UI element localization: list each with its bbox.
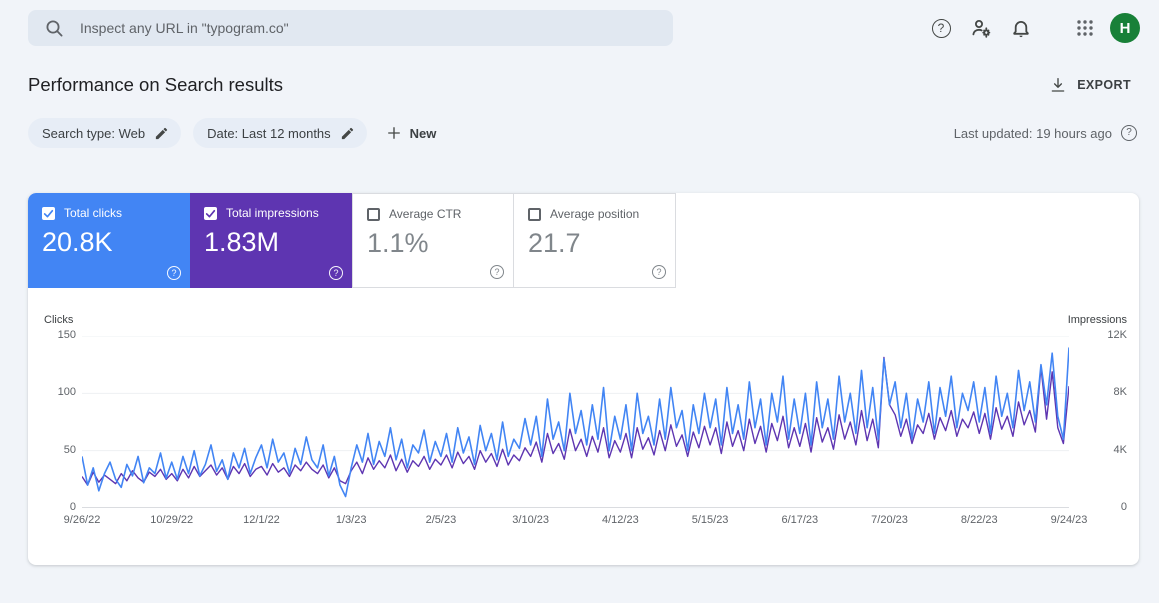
user-gear-icon (970, 17, 992, 39)
y-axis-tick-label: 100 (57, 386, 76, 399)
y-axis-tick-label: 8K (1113, 386, 1127, 399)
metric-label: Average CTR (389, 207, 462, 221)
apps-grid-icon (1075, 18, 1095, 38)
y-axis-tick-label: 150 (57, 329, 76, 341)
filter-chip-date-range[interactable]: Date: Last 12 months (193, 118, 367, 148)
checkbox-checked-icon[interactable] (42, 206, 55, 220)
export-label: EXPORT (1077, 78, 1131, 92)
metric-value: 1.83M (204, 227, 280, 257)
metric-tiles: Total clicks 20.8K ? Total impressions 1… (28, 193, 1139, 288)
metric-card-average-position[interactable]: Average position 21.7 ? (514, 193, 676, 288)
checkbox-empty-icon[interactable] (528, 207, 541, 221)
performance-card: Total clicks 20.8K ? Total impressions 1… (28, 193, 1139, 565)
help-icon[interactable]: ? (1121, 125, 1137, 141)
help-icon: ? (931, 18, 951, 38)
x-axis-label: 10/29/22 (150, 514, 194, 526)
x-axis-label: 6/17/23 (781, 514, 819, 526)
y-axis-tick-label: 50 (63, 443, 76, 456)
plus-icon (385, 124, 403, 142)
metric-label: Total impressions (226, 206, 319, 220)
y-axis-tick-label: 12K (1107, 329, 1127, 341)
x-axis-label: 8/22/23 (960, 514, 998, 526)
notifications-button[interactable] (1001, 8, 1041, 48)
page-title: Performance on Search results (28, 74, 284, 95)
help-icon[interactable]: ? (167, 266, 181, 280)
metric-label: Total clicks (64, 206, 123, 220)
edit-pencil-icon (340, 126, 355, 141)
metric-card-total-clicks[interactable]: Total clicks 20.8K ? (28, 193, 190, 288)
checkbox-checked-icon[interactable] (204, 206, 217, 220)
export-button[interactable]: EXPORT (1043, 75, 1137, 95)
x-axis-label: 2/5/23 (425, 514, 457, 526)
metric-label: Average position (550, 207, 640, 221)
page-header: Performance on Search results EXPORT (0, 56, 1159, 106)
metric-value: 1.1% (367, 228, 429, 258)
user-settings-button[interactable] (961, 8, 1001, 48)
google-apps-button[interactable] (1065, 8, 1105, 48)
y-axis-tick-label: 0 (69, 501, 76, 513)
performance-chart: Clicks Impressions 0 50 100 150 0 4K 8K 12K 9/… (38, 314, 1129, 554)
avatar: H (1110, 13, 1140, 43)
help-icon[interactable]: ? (329, 266, 343, 280)
new-filter-label: New (409, 125, 437, 141)
last-updated-text: Last updated: 19 hours ago (953, 125, 1112, 141)
account-button[interactable]: H (1105, 8, 1145, 48)
filter-row: Search type: Web Date: Last 12 months Ne… (0, 106, 1159, 148)
metric-value: 20.8K (42, 227, 113, 257)
filter-chip-search-type[interactable]: Search type: Web (28, 118, 182, 148)
chart-plot-area (82, 336, 1069, 508)
y-axis-tick-label: 0 (1120, 501, 1127, 513)
filter-chip-label: Search type: Web (42, 125, 146, 141)
x-axis-label: 1/3/23 (335, 514, 367, 526)
search-icon (44, 18, 64, 38)
filter-chip-label: Date: Last 12 months (207, 125, 331, 141)
bell-icon (1010, 17, 1032, 39)
edit-pencil-icon (154, 126, 169, 141)
top-bar: ? (0, 0, 1159, 56)
help-icon[interactable]: ? (652, 265, 666, 279)
x-axis-label: 3/10/23 (512, 514, 549, 526)
x-axis-label: 12/1/22 (243, 514, 280, 526)
y-axis-tick-label: 4K (1113, 443, 1127, 456)
checkbox-empty-icon[interactable] (367, 207, 380, 221)
x-axis-label: 5/15/23 (691, 514, 729, 526)
metric-card-total-impressions[interactable]: Total impressions 1.83M ? (190, 193, 352, 288)
performance-chart-svg (82, 336, 1069, 508)
download-icon (1049, 76, 1067, 94)
help-icon[interactable]: ? (490, 265, 504, 279)
x-axis-label: 9/24/23 (1050, 514, 1088, 526)
metric-value: 21.7 (528, 228, 581, 258)
last-updated: Last updated: 19 hours ago ? (954, 125, 1137, 141)
metric-card-average-ctr[interactable]: Average CTR 1.1% ? (352, 193, 514, 288)
x-axis-label: 4/12/23 (602, 514, 639, 526)
url-inspect-search-bar[interactable] (28, 10, 673, 46)
url-inspect-input[interactable] (78, 19, 657, 37)
x-axis-label: 9/26/22 (63, 514, 101, 526)
new-filter-button[interactable]: New (379, 124, 443, 142)
topbar-icon-cluster: ? H (921, 8, 1145, 48)
help-button[interactable]: ? (921, 8, 961, 48)
x-axis-labels: 9/26/22 10/29/22 12/1/22 1/3/23 2/5/23 3/10/2… (64, 514, 1088, 530)
x-axis-label: 7/20/23 (871, 514, 908, 526)
